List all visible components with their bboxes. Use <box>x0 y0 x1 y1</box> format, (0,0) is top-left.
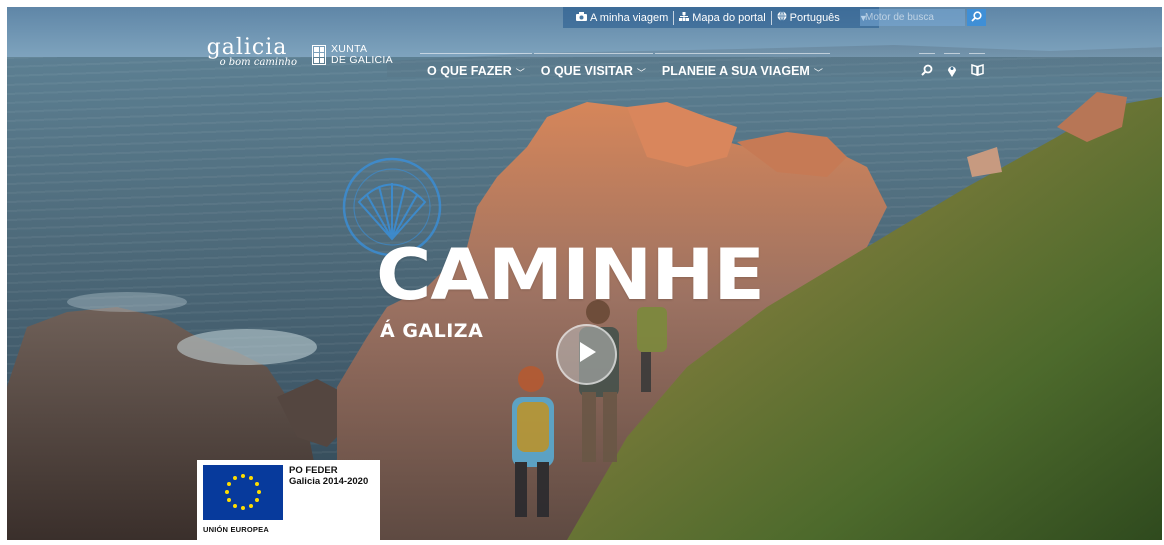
page: A minha viagem Mapa do portal Português … <box>7 7 1162 540</box>
portal-map-link[interactable]: Mapa do portal <box>674 7 770 28</box>
nav-item-planeie-a-sua-viagem[interactable]: PLANEIE A SUA VIAGEM ﹀ <box>654 53 830 87</box>
globe-icon <box>777 11 787 24</box>
nav-label: PLANEIE A SUA VIAGEM <box>661 64 810 78</box>
portal-map-label: Mapa do portal <box>692 11 766 24</box>
chevron-down-icon: ﹀ <box>813 68 823 78</box>
nav-item-o-que-visitar[interactable]: O QUE VISITAR ﹀ <box>533 53 653 87</box>
hero-title: CAMINHE <box>376 234 765 316</box>
eu-program-text: PO FEDER Galicia 2014-2020 <box>289 465 368 535</box>
xunta-text: XUNTA DE GALICIA <box>331 44 393 66</box>
utility-bar: A minha viagem Mapa do portal Português … <box>563 7 879 28</box>
my-trip-link[interactable]: A minha viagem <box>571 7 673 28</box>
xunta-emblem-icon <box>312 45 326 65</box>
chevron-down-icon: ﹀ <box>515 68 525 78</box>
galicia-logo[interactable]: galicia o bom caminho <box>197 35 297 69</box>
nav-item-o-que-fazer[interactable]: O QUE FAZER ﹀ <box>420 53 532 87</box>
language-label: Português <box>789 11 840 24</box>
sitemap-icon <box>679 11 690 24</box>
xunta-line2: DE GALICIA <box>331 54 393 66</box>
search-submit-button[interactable] <box>967 9 986 26</box>
eu-caption: UNIÓN EUROPEA <box>203 525 269 534</box>
camera-icon <box>576 11 587 24</box>
search-input[interactable] <box>860 9 965 26</box>
nav-label: O QUE VISITAR <box>540 64 633 78</box>
map-pin-icon[interactable] <box>944 53 960 87</box>
hero-subtitle: Á GALIZA <box>380 320 484 342</box>
eu-logo: UNIÓN EUROPEA <box>203 465 283 535</box>
language-selector[interactable]: Português ▼ <box>772 7 873 28</box>
my-trip-label: A minha viagem <box>590 11 669 24</box>
play-icon <box>577 341 597 368</box>
search-icon[interactable] <box>919 53 935 87</box>
xunta-logo[interactable]: XUNTA DE GALICIA <box>312 44 393 66</box>
book-icon[interactable] <box>969 53 985 87</box>
eu-funding-badge: UNIÓN EUROPEA PO FEDER Galicia 2014-2020 <box>197 460 380 540</box>
logo-word: galicia <box>206 35 288 60</box>
eu-flag-icon <box>203 465 283 520</box>
play-video-button[interactable] <box>556 324 617 385</box>
search-icon <box>971 9 982 27</box>
main-nav: O QUE FAZER ﹀ O QUE VISITAR ﹀ PLANEIE A … <box>420 53 832 87</box>
nav-tools <box>919 53 985 87</box>
nav-label: O QUE FAZER <box>427 64 512 78</box>
eu-line2: Galicia 2014-2020 <box>289 476 369 487</box>
eu-line1: PO FEDER <box>289 465 338 476</box>
chevron-down-icon: ﹀ <box>636 68 646 78</box>
